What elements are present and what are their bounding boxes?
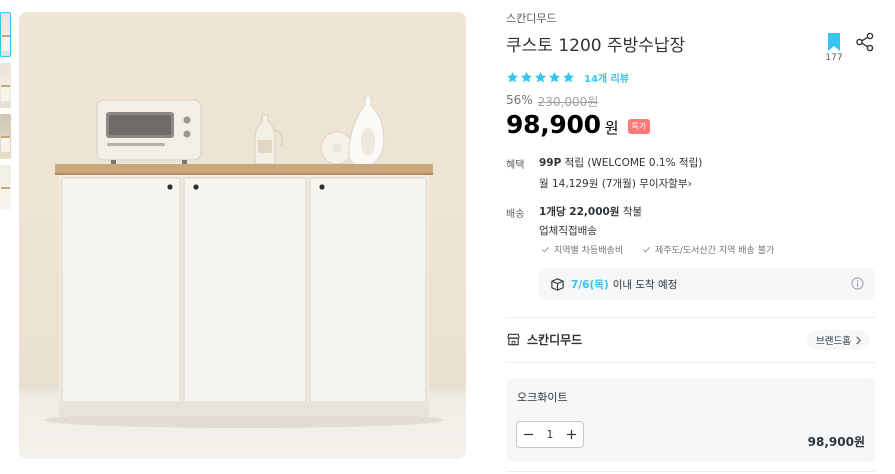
installment-link[interactable]: 월 14,129원 (7개월) 무이자할부› [539, 176, 692, 191]
thumbnail-1[interactable] [0, 12, 11, 57]
brand-section[interactable]: 스칸디무드 [506, 331, 582, 348]
shipping-note-text: 지역별 차등배송비 [554, 246, 624, 256]
option-name: 오크화이트 [517, 391, 568, 404]
shipping-note: 제주도/도서산간 지역 배송 불가 [642, 243, 774, 256]
bookmark-button[interactable]: 177 [823, 32, 845, 63]
star-icon [562, 71, 575, 83]
minus-icon[interactable] [523, 429, 534, 440]
bookmark-icon [828, 33, 840, 51]
brand-home-label: 브랜드홈 [816, 336, 851, 347]
original-price: 230,000원 [537, 95, 599, 109]
sale-price: 98,900 [506, 110, 601, 139]
installment-text: 월 14,129원 (7개월) 무이자할부 [539, 178, 688, 190]
shipping-label: 배송 [506, 209, 525, 220]
product-detail-page: 스칸디무드 쿠스토 1200 주방수납장 177 14개 리뷰 56% 230,… [0, 0, 895, 474]
share-icon [856, 32, 874, 52]
chevron-right-icon: › [687, 178, 692, 190]
delivery-box-icon [551, 277, 564, 291]
price-discount-row: 56% 230,000원 [506, 93, 598, 110]
plus-icon[interactable] [566, 429, 577, 440]
rating-row[interactable]: 14개 리뷰 [506, 70, 629, 85]
thumbnail-3[interactable] [0, 114, 11, 159]
brand-home-button[interactable]: 브랜드홈 [806, 330, 870, 350]
bookmark-count: 177 [825, 53, 843, 63]
divider [506, 362, 875, 363]
review-count-link[interactable]: 14개 리뷰 [584, 70, 629, 85]
selected-option-box: 오크화이트 1 98,900원 [506, 378, 875, 462]
brand-name: 스칸디무드 [527, 333, 583, 347]
kitchen-cabinet-illustration [44, 95, 444, 428]
divider [506, 471, 875, 472]
quantity-value[interactable]: 1 [547, 429, 554, 441]
price-row: 98,900 원 특가 [506, 110, 651, 139]
option-price: 98,900원 [807, 435, 865, 449]
arrival-date: 7/6(목) [571, 278, 609, 291]
star-icon [506, 71, 519, 83]
chevron-right-icon [856, 335, 862, 345]
check-icon [642, 246, 651, 253]
share-button[interactable] [855, 32, 875, 52]
shipping-fee-type: 착불 [622, 206, 643, 218]
benefits-label: 혜택 [506, 160, 525, 171]
thumbnail-2[interactable] [0, 63, 11, 108]
shipping-note-text: 제주도/도서산간 지역 배송 불가 [655, 246, 775, 256]
shipping-note: 지역별 차등배송비 [541, 243, 623, 256]
shipping-fee: 1개당 22,000원 착불 [539, 204, 642, 219]
star-icon [534, 71, 547, 83]
points-text: 적립 (WELCOME 0.1% 적립) [564, 157, 703, 169]
points-info: 99P 적립 (WELCOME 0.1% 적립) [539, 155, 702, 170]
thumbnail-list [0, 12, 12, 216]
thumbnail-4[interactable] [0, 165, 11, 210]
price-unit: 원 [604, 119, 619, 137]
shipping-fee-amount: 1개당 22,000원 [539, 206, 620, 218]
star-rating [506, 71, 575, 84]
divider [506, 317, 875, 318]
special-deal-badge: 특가 [627, 119, 651, 134]
store-icon [507, 333, 520, 346]
quantity-stepper[interactable]: 1 [516, 421, 584, 448]
main-product-image[interactable] [19, 12, 466, 459]
arrival-text: 이내 도착 예정 [612, 278, 678, 291]
product-title: 쿠스토 1200 주방수납장 [506, 36, 686, 56]
star-icon [548, 71, 561, 83]
delivery-estimate-box: 7/6(목) 이내 도착 예정 [539, 268, 875, 300]
brand-name-link[interactable]: 스칸디무드 [506, 10, 557, 26]
points-amount: 99P [539, 157, 562, 169]
info-icon[interactable] [851, 277, 864, 290]
discount-rate: 56% [506, 93, 533, 107]
star-icon [520, 71, 533, 83]
check-icon [541, 246, 550, 253]
shipping-method: 업체직접배송 [539, 225, 597, 237]
